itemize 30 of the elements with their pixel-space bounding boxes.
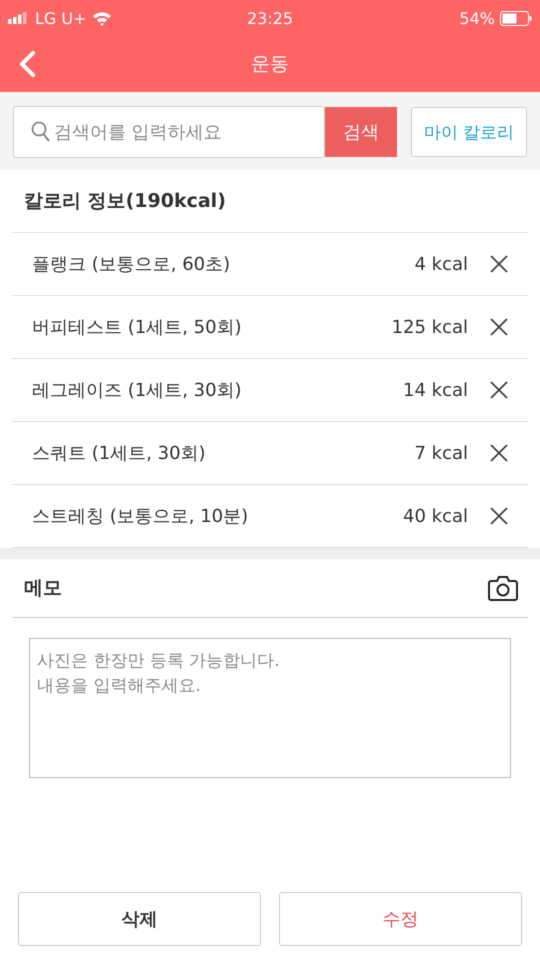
camera-icon[interactable]	[488, 575, 518, 601]
close-icon[interactable]	[490, 507, 508, 525]
calorie-value: 125 kcal	[392, 316, 468, 338]
battery-icon	[500, 10, 532, 26]
my-calorie-button[interactable]: 마이 칼로리	[411, 107, 527, 157]
calorie-value: 40 kcal	[403, 506, 468, 526]
close-icon[interactable]	[490, 381, 508, 399]
memo-title: 메모	[24, 576, 62, 601]
screen-title: 운동	[251, 52, 289, 77]
search-field[interactable]: 검색어를 입력하세요	[13, 106, 325, 158]
edit-button[interactable]: 수정	[279, 892, 522, 946]
exercise-name: 레그레이즈 (1세트, 30회)	[32, 379, 243, 402]
search-button[interactable]: 검색	[325, 107, 397, 157]
exercise-name: 스쿼트 (1세트, 30회)	[32, 442, 207, 465]
memo-field[interactable]: 사진은 한장만 등록 가능합니다. 내용을 입력해주세요.	[29, 638, 511, 778]
carrier-name: LG U+	[35, 8, 87, 28]
exercise-name: 플랭크 (보통으로, 60초)	[32, 253, 232, 276]
battery-percent: 54%	[459, 8, 495, 28]
calorie-value: 4 kcal	[414, 254, 468, 274]
clock-time: 23:25	[246, 8, 294, 28]
delete-button[interactable]: 삭제	[18, 892, 261, 946]
close-icon[interactable]	[490, 255, 508, 273]
wifi-icon	[92, 10, 112, 26]
calorie-value: 7 kcal	[414, 442, 468, 464]
section-title: 칼로리 정보(190kcal)	[23, 189, 227, 214]
close-icon[interactable]	[490, 318, 508, 336]
calorie-value: 14 kcal	[403, 380, 468, 400]
exercise-name: 스트레칭 (보통으로, 10분)	[32, 505, 250, 528]
exercise-name: 버피테스트 (1세트, 50회)	[32, 316, 243, 339]
close-icon[interactable]	[490, 444, 508, 462]
